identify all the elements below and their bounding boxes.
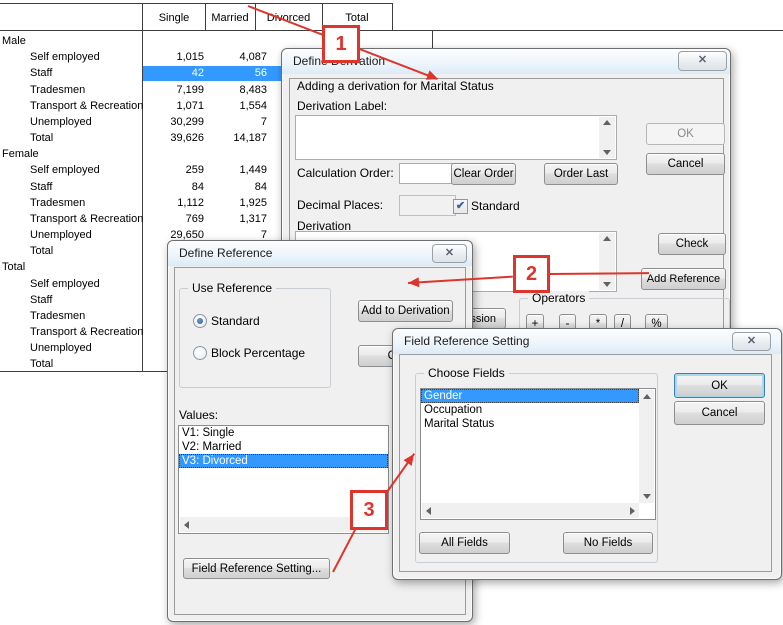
field-cancel-button[interactable]: Cancel: [674, 401, 765, 425]
close-icon: ✕: [445, 247, 454, 259]
callout-step-3: 3: [350, 490, 388, 530]
add-reference-button[interactable]: Add Reference: [641, 268, 726, 290]
field-reference-setting-dialog: Field Reference Setting ✕ Choose Fields …: [392, 328, 782, 580]
radio-standard[interactable]: [193, 314, 207, 328]
close-icon: ✕: [698, 54, 707, 66]
fields-list-item[interactable]: Gender: [421, 389, 639, 403]
decimal-places-input[interactable]: [399, 195, 456, 216]
close-button[interactable]: ✕: [732, 332, 771, 351]
standard-checkbox[interactable]: ✔: [453, 199, 468, 214]
textbox-scrollbar[interactable]: [599, 117, 615, 158]
fields-items: GenderOccupationMarital Status: [421, 389, 655, 431]
scroll-down-icon[interactable]: [603, 282, 611, 287]
calculation-order-caption: Calculation Order:: [297, 166, 394, 180]
fields-vscrollbar[interactable]: [639, 390, 654, 503]
fields-list-item[interactable]: Marital Status: [421, 417, 655, 431]
field-reference-titlebar[interactable]: Field Reference Setting: [393, 329, 781, 354]
radio-standard-label[interactable]: Standard: [211, 314, 260, 328]
standard-checkbox-label[interactable]: Standard: [471, 199, 520, 213]
use-reference-group: Use Reference: [179, 288, 331, 388]
calculation-order-input[interactable]: [399, 163, 456, 184]
scroll-up-icon[interactable]: [603, 236, 611, 241]
radio-block-percentage-label[interactable]: Block Percentage: [211, 346, 305, 360]
table-col-divider: [392, 3, 393, 30]
callout-step-2: 2: [513, 255, 550, 293]
no-fields-button[interactable]: No Fields: [563, 532, 653, 554]
close-button[interactable]: ✕: [678, 51, 727, 71]
ok-button[interactable]: OK: [646, 123, 725, 145]
all-fields-button[interactable]: All Fields: [419, 532, 510, 554]
scroll-left-icon[interactable]: [426, 507, 431, 515]
field-ok-button[interactable]: OK: [674, 373, 765, 398]
values-list-item[interactable]: V1: Single: [179, 426, 388, 440]
callout-step-1: 1: [322, 25, 360, 63]
operators-caption: Operators: [528, 291, 589, 305]
scroll-down-icon[interactable]: [643, 494, 651, 499]
col-header-single[interactable]: Single: [143, 12, 205, 24]
define-reference-titlebar[interactable]: Define Reference: [168, 241, 472, 266]
scroll-down-icon[interactable]: [603, 150, 611, 155]
close-button[interactable]: ✕: [432, 244, 467, 263]
textbox-scrollbar[interactable]: [599, 233, 615, 290]
choose-fields-caption: Choose Fields: [424, 366, 509, 380]
screenshot-canvas: Single Married Divorced Total MaleSelf e…: [0, 0, 783, 625]
derivation-label-caption: Derivation Label:: [297, 99, 387, 113]
field-reference-title: Field Reference Setting: [404, 334, 529, 348]
use-reference-caption: Use Reference: [188, 281, 276, 295]
values-list-item[interactable]: V3: Divorced: [179, 454, 388, 468]
values-items: V1: SingleV2: MarriedV3: Divorced: [179, 426, 388, 468]
fields-list-item[interactable]: Occupation: [421, 403, 655, 417]
scroll-up-icon[interactable]: [603, 120, 611, 125]
table-top-border: [0, 3, 392, 4]
derivation-label-input[interactable]: [295, 115, 617, 160]
fields-hscrollbar[interactable]: [422, 503, 639, 518]
decimal-places-caption: Decimal Places:: [297, 198, 383, 212]
col-header-married[interactable]: Married: [205, 12, 255, 24]
values-list-item[interactable]: V2: Married: [179, 440, 388, 454]
table-header-underline: [0, 30, 783, 31]
col-header-total[interactable]: Total: [322, 12, 392, 24]
radio-block-percentage[interactable]: [193, 346, 207, 360]
scroll-left-icon[interactable]: [184, 521, 189, 529]
cancel-button[interactable]: Cancel: [646, 153, 725, 175]
scroll-up-icon[interactable]: [643, 394, 651, 399]
scroll-right-icon[interactable]: [630, 507, 635, 515]
add-to-derivation-button[interactable]: Add to Derivation: [358, 300, 453, 322]
values-caption: Values:: [179, 408, 218, 422]
check-icon: ✔: [456, 201, 465, 212]
derivation-intro-text: Adding a derivation for Marital Status: [297, 79, 494, 93]
clear-order-button[interactable]: Clear Order: [451, 163, 516, 185]
field-reference-setting-button[interactable]: Field Reference Setting...: [183, 558, 330, 579]
define-reference-title: Define Reference: [179, 246, 272, 260]
order-last-button[interactable]: Order Last: [544, 163, 618, 185]
close-icon: ✕: [747, 335, 756, 347]
check-button[interactable]: Check: [658, 233, 726, 255]
callout-2-arrowhead: [408, 277, 420, 288]
fields-listbox[interactable]: GenderOccupationMarital Status: [420, 388, 656, 520]
